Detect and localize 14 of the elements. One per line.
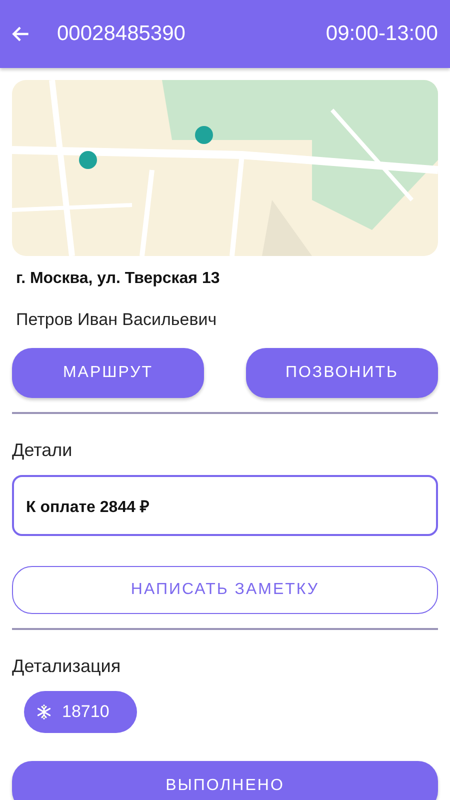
chip-label: 18710 xyxy=(62,702,110,722)
time-window: 09:00-13:00 xyxy=(326,22,438,46)
section-title: Детализация xyxy=(12,656,122,677)
route-button[interactable]: МАРШРУТ xyxy=(12,348,204,398)
address: г. Москва, ул. Тверская 13 xyxy=(16,270,221,288)
item-chip[interactable]: 18710 xyxy=(24,691,138,733)
customer-name: Петров Иван Васильевич xyxy=(16,310,218,330)
note-button[interactable]: НАПИСАТЬ ЗАМЕТКУ xyxy=(12,566,438,614)
call-button[interactable]: ПОЗВОНИТЬ xyxy=(246,348,438,398)
order-number: 00028485390 xyxy=(57,22,186,46)
done-button[interactable]: ВЫПОЛНЕНО xyxy=(12,761,438,800)
payment-field[interactable]: К оплате 2844 ₽ xyxy=(12,475,438,536)
section-title: Детали xyxy=(12,440,74,461)
snowflake-icon xyxy=(36,704,52,720)
